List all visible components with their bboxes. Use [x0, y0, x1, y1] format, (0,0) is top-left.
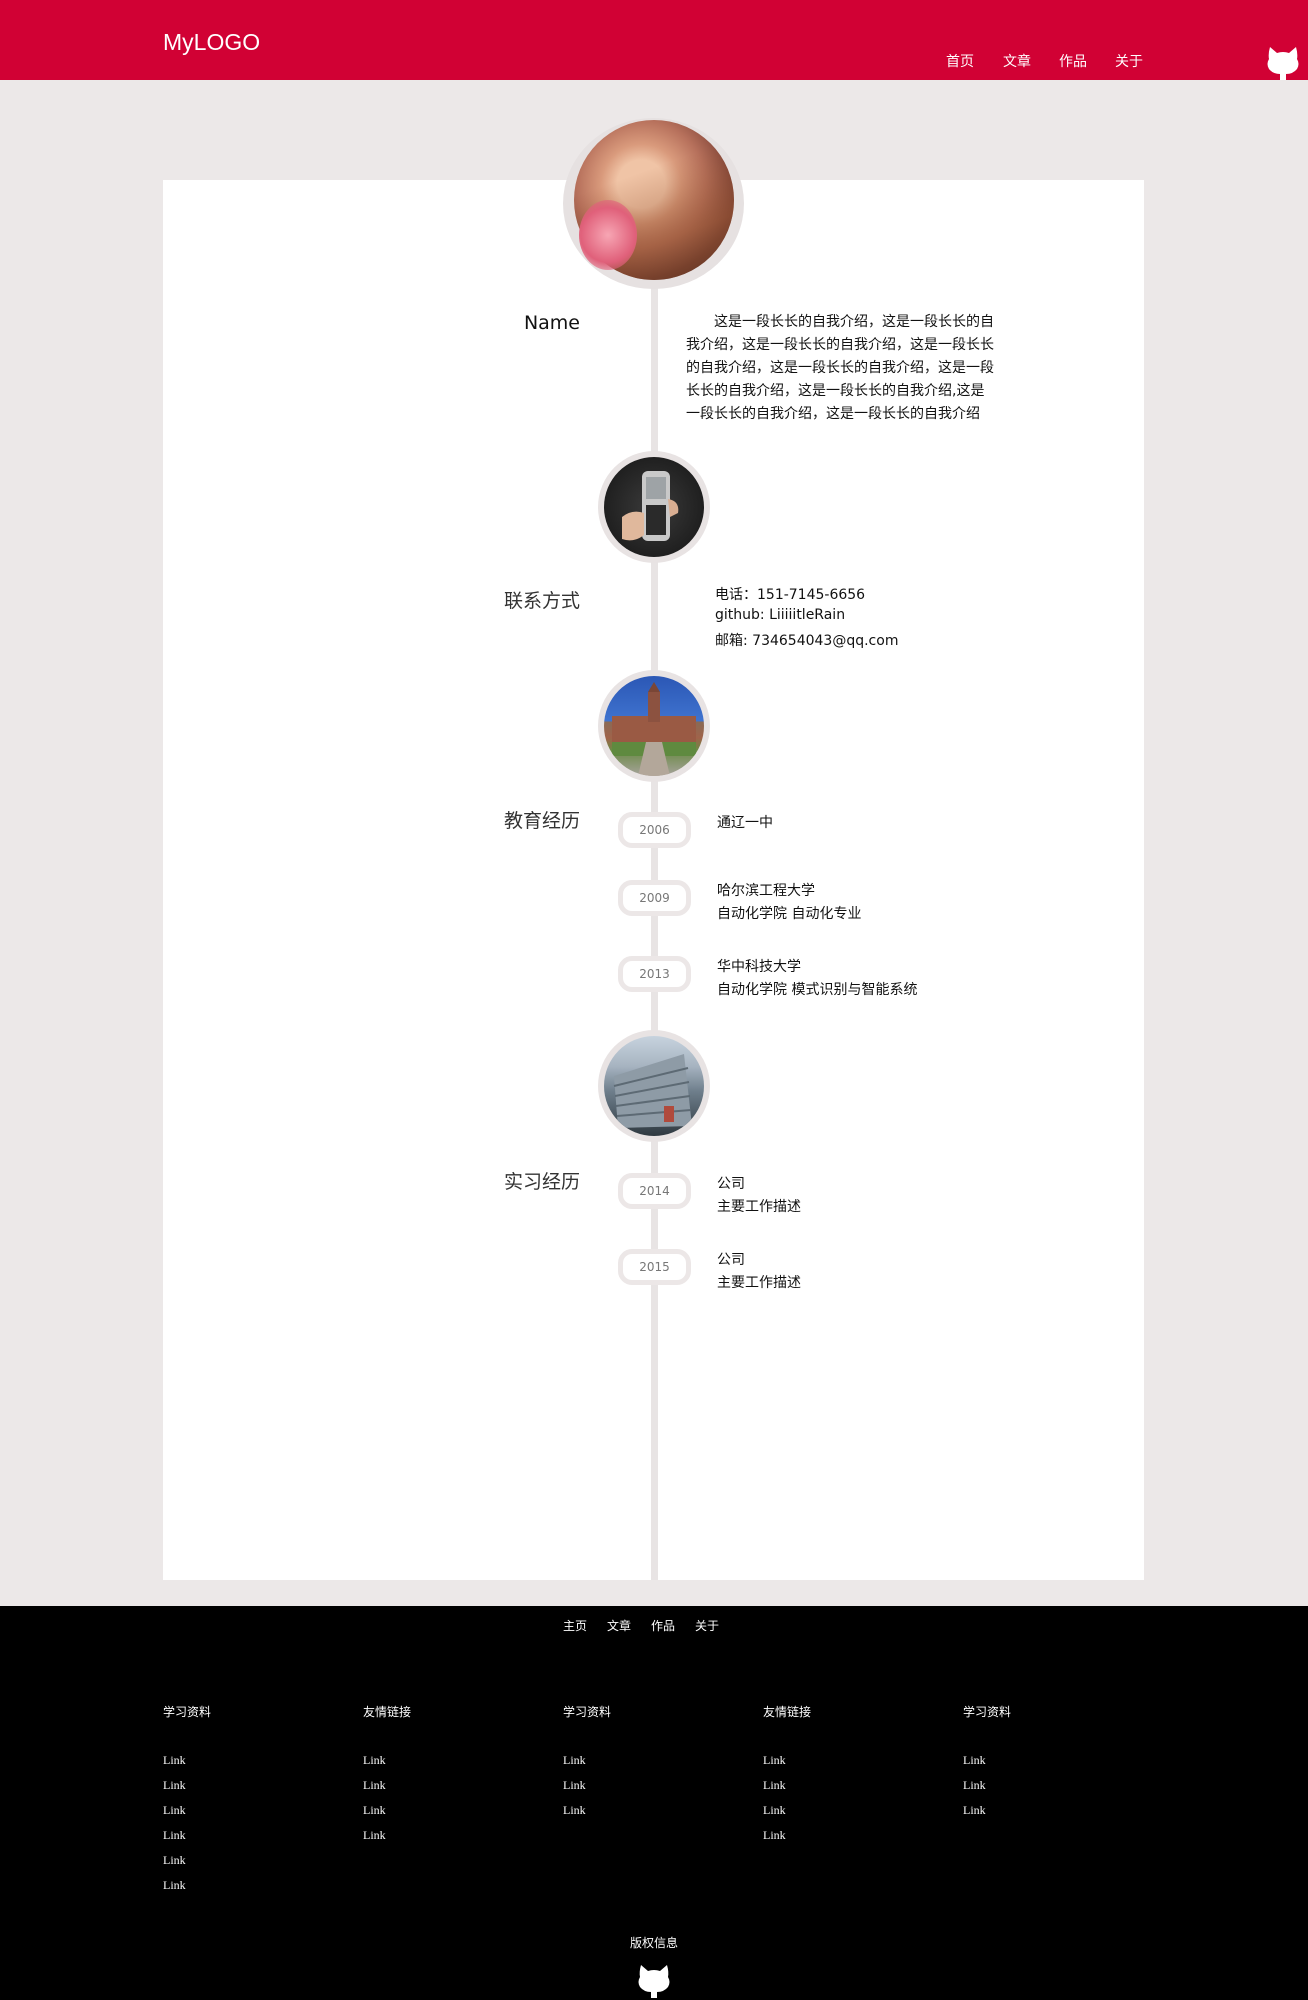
site-logo[interactable]: MyLOGO [163, 29, 260, 56]
profile-name: Name [523, 312, 580, 334]
entry-company: 公司 [717, 1252, 745, 1268]
entry-company: 公司 [717, 1176, 745, 1192]
copyright-text: 版权信息 [629, 1936, 678, 1950]
year-badge: 2009 [618, 880, 691, 916]
entry-description: 主要工作描述 [717, 1275, 801, 1291]
footer-link[interactable]: Link [763, 1803, 786, 1818]
year-badge: 2013 [618, 956, 691, 992]
github-octocat-icon[interactable] [637, 1962, 671, 1998]
entry-major: 自动化学院 自动化专业 [717, 906, 862, 922]
contact-title: 联系方式 [503, 590, 580, 612]
campus-icon [604, 676, 704, 776]
internship-entry-1: 公司 主要工作描述 [717, 1173, 801, 1219]
footer-link[interactable]: Link [163, 1778, 186, 1793]
contact-phone: 电话：151-7145-6656 [715, 587, 866, 603]
footer-link[interactable]: Link [163, 1828, 186, 1843]
github-octocat-icon[interactable] [1266, 44, 1300, 80]
footer-column-title: 友情链接 [763, 1705, 812, 1719]
internship-entry-2: 公司 主要工作描述 [717, 1249, 801, 1295]
entry-school: 华中科技大学 [717, 959, 801, 975]
entry-major: 自动化学院 模式识别与智能系统 [717, 982, 918, 998]
footer-link[interactable]: Link [763, 1778, 786, 1793]
footer-link[interactable]: Link [963, 1803, 986, 1818]
contact-email[interactable]: 邮箱: 734654043@qq.com [715, 630, 898, 650]
footer-nav-home[interactable]: 主页 [563, 1617, 587, 1634]
year-badge: 2006 [618, 812, 691, 848]
footer-link[interactable]: Link [163, 1753, 186, 1768]
footer-link[interactable]: Link [163, 1853, 186, 1868]
building-icon [604, 1036, 704, 1136]
footer-column-title: 学习资料 [563, 1705, 612, 1719]
footer-link[interactable]: Link [363, 1753, 386, 1768]
education-title: 教育经历 [503, 810, 580, 832]
profile-intro: 这是一段长长的自我介绍，这是一段长长的自我介绍，这是一段长长的自我介绍，这是一段… [686, 314, 994, 422]
nav-about[interactable]: 关于 [1115, 51, 1143, 71]
nav-home[interactable]: 首页 [946, 51, 974, 71]
education-section-icon [598, 670, 710, 782]
phone-icon [604, 457, 704, 557]
footer-column-title: 友情链接 [363, 1705, 412, 1719]
footer-column-title: 学习资料 [963, 1705, 1012, 1719]
entry-description: 主要工作描述 [717, 1199, 801, 1215]
footer-link[interactable]: Link [363, 1778, 386, 1793]
footer-nav-articles[interactable]: 文章 [607, 1617, 631, 1634]
internship-section-icon [598, 1030, 710, 1142]
footer-nav-works[interactable]: 作品 [651, 1617, 675, 1634]
footer-link[interactable]: Link [363, 1828, 386, 1843]
footer-nav-about[interactable]: 关于 [695, 1617, 719, 1634]
avatar [563, 118, 744, 289]
education-entry-1: 通辽一中 [717, 812, 773, 835]
footer-link[interactable]: Link [563, 1753, 586, 1768]
entry-school: 哈尔滨工程大学 [717, 883, 815, 899]
year-badge: 2015 [618, 1249, 691, 1285]
education-entry-3: 华中科技大学 自动化学院 模式识别与智能系统 [717, 956, 917, 1002]
footer-link[interactable]: Link [563, 1778, 586, 1793]
internship-title: 实习经历 [503, 1171, 580, 1193]
contact-section-icon [598, 451, 710, 563]
nav-works[interactable]: 作品 [1059, 51, 1087, 71]
footer-column-title: 学习资料 [163, 1705, 212, 1719]
footer-link[interactable]: Link [763, 1753, 786, 1768]
footer-link[interactable]: Link [563, 1803, 586, 1818]
education-entry-2: 哈尔滨工程大学 自动化学院 自动化专业 [717, 880, 861, 926]
footer-link[interactable]: Link [963, 1753, 986, 1768]
nav-articles[interactable]: 文章 [1003, 51, 1031, 71]
footer-link[interactable]: Link [363, 1803, 386, 1818]
year-badge: 2014 [618, 1173, 691, 1209]
entry-school: 通辽一中 [717, 815, 773, 831]
footer-link[interactable]: Link [163, 1803, 186, 1818]
footer-link[interactable]: Link [763, 1828, 786, 1843]
contact-github[interactable]: github: LiiiiitleRain [715, 607, 845, 623]
footer-link[interactable]: Link [163, 1878, 186, 1893]
footer-link[interactable]: Link [963, 1778, 986, 1793]
